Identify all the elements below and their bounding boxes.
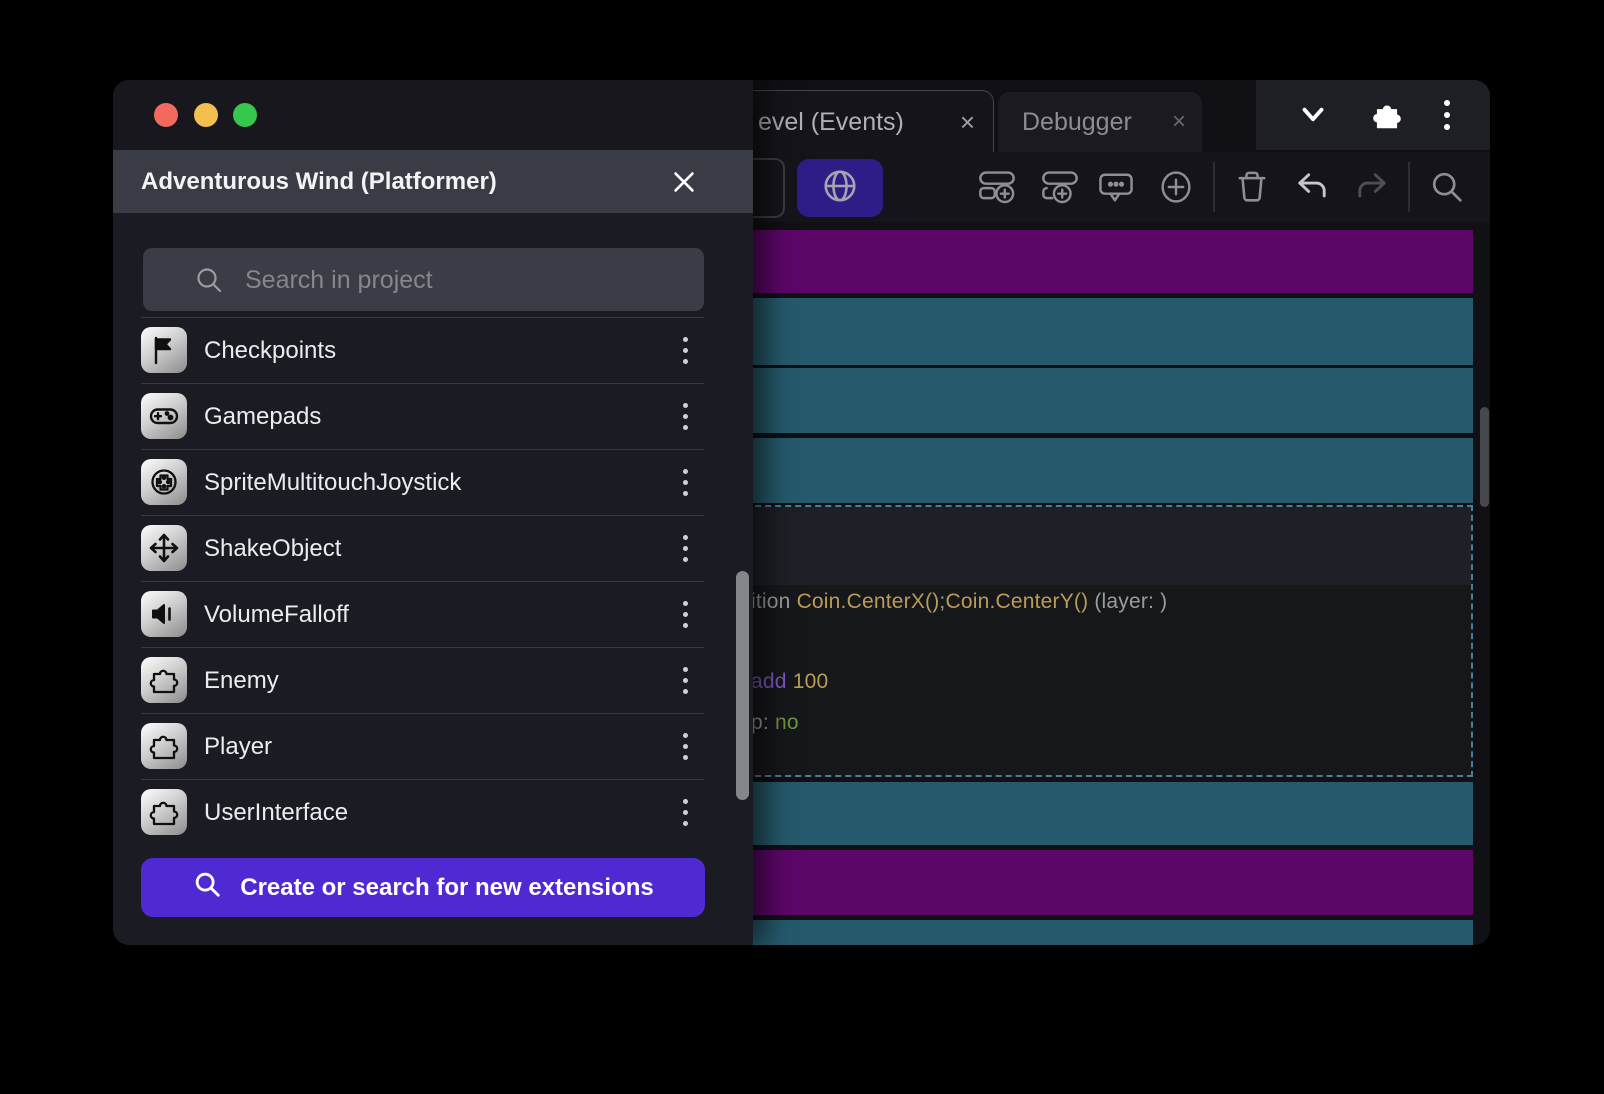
redo-button[interactable] <box>1351 166 1393 208</box>
kebab-menu-icon[interactable] <box>1444 100 1450 130</box>
extension-name: Gamepads <box>204 384 321 449</box>
list-item-userinterface[interactable]: UserInterface <box>141 779 704 845</box>
extension-name: Enemy <box>204 648 279 713</box>
event-row-selected[interactable] <box>735 505 1473 777</box>
flag-icon <box>141 327 187 373</box>
events-scrollbar[interactable] <box>1480 407 1489 507</box>
minimize-window-button[interactable] <box>194 103 218 127</box>
delete-button[interactable] <box>1231 166 1273 208</box>
list-item-shakeobject[interactable]: ShakeObject <box>141 515 704 581</box>
tab-debugger[interactable]: Debugger × <box>998 92 1202 152</box>
globe-button[interactable] <box>797 159 883 217</box>
kebab-menu-icon[interactable] <box>665 780 705 845</box>
event-row-teal[interactable] <box>735 368 1473 433</box>
add-comment-button[interactable] <box>1095 166 1137 208</box>
event-conditions-area[interactable] <box>737 507 1471 585</box>
search-input[interactable] <box>243 248 687 313</box>
event-row-teal[interactable] <box>735 438 1473 503</box>
undo-button[interactable] <box>1291 166 1333 208</box>
puzzle-icon <box>141 789 187 835</box>
kebab-menu-icon[interactable] <box>665 318 705 383</box>
tab-label: evel (Events) <box>758 108 904 137</box>
extensions-list: CheckpointsGamepadsSpriteMultitouchJoyst… <box>113 317 753 845</box>
event-row-purple[interactable] <box>735 850 1473 915</box>
panel-header: Adventurous Wind (Platformer) <box>113 150 753 213</box>
event-row-teal[interactable] <box>735 782 1473 845</box>
event-action-text: add 100 <box>751 670 828 694</box>
puzzle-icon <box>141 657 187 703</box>
gamepad-icon <box>141 393 187 439</box>
tab-label: Debugger <box>1022 108 1132 137</box>
close-tab-icon[interactable]: × <box>960 109 975 135</box>
cta-label: Create or search for new extensions <box>240 874 653 902</box>
event-row-purple[interactable] <box>735 230 1473 293</box>
project-manager-panel: Adventurous Wind (Platformer) Checkpoint… <box>113 80 753 945</box>
project-search <box>143 248 704 311</box>
list-item-volumefalloff[interactable]: VolumeFalloff <box>141 581 704 647</box>
event-row-teal[interactable] <box>735 298 1473 365</box>
toolbar-divider <box>1213 162 1215 212</box>
extension-name: Checkpoints <box>204 318 336 383</box>
project-title: Adventurous Wind (Platformer) <box>141 150 497 213</box>
kebab-menu-icon[interactable] <box>665 582 705 647</box>
extension-name: ShakeObject <box>204 516 341 581</box>
search-icon[interactable] <box>1426 166 1468 208</box>
search-icon <box>192 869 222 906</box>
list-item-gamepads[interactable]: Gamepads <box>141 383 704 449</box>
list-item-enemy[interactable]: Enemy <box>141 647 704 713</box>
move-arrows-icon <box>141 525 187 571</box>
close-window-button[interactable] <box>154 103 178 127</box>
joystick-icon <box>141 459 187 505</box>
event-action-text: p: no <box>751 711 799 735</box>
speaker-icon <box>141 591 187 637</box>
panel-scrollbar[interactable] <box>736 571 749 800</box>
zoom-window-button[interactable] <box>233 103 257 127</box>
list-item-player[interactable]: Player <box>141 713 704 779</box>
create-search-extensions-button[interactable]: Create or search for new extensions <box>141 858 705 917</box>
add-event-button[interactable] <box>976 166 1018 208</box>
chevron-down-icon[interactable] <box>1296 98 1330 132</box>
titlebar-actions <box>1256 80 1490 150</box>
close-icon[interactable] <box>667 165 701 199</box>
extension-name: SpriteMultitouchJoystick <box>204 450 461 515</box>
screenshot-stage: evel (Events) × Debugger × <box>0 0 1604 1094</box>
extensions-puzzle-icon[interactable] <box>1370 98 1404 132</box>
list-item-spritemultitouchjoystick[interactable]: SpriteMultitouchJoystick <box>141 449 704 515</box>
event-action-text: ition Coin.CenterX();Coin.CenterY() (lay… <box>751 590 1167 614</box>
extension-name: Player <box>204 714 272 779</box>
globe-icon <box>821 167 859 210</box>
extension-name: VolumeFalloff <box>204 582 349 647</box>
kebab-menu-icon[interactable] <box>665 648 705 713</box>
event-row-teal[interactable] <box>735 920 1473 945</box>
kebab-menu-icon[interactable] <box>665 714 705 779</box>
extension-name: UserInterface <box>204 780 348 845</box>
toolbar-divider <box>1408 162 1410 212</box>
kebab-menu-icon[interactable] <box>665 516 705 581</box>
list-item-checkpoints[interactable]: Checkpoints <box>141 317 704 383</box>
kebab-menu-icon[interactable] <box>665 384 705 449</box>
puzzle-icon <box>141 723 187 769</box>
kebab-menu-icon[interactable] <box>665 450 705 515</box>
add-circle-button[interactable] <box>1155 166 1197 208</box>
add-subevent-button[interactable] <box>1039 166 1081 208</box>
gdevelop-window: evel (Events) × Debugger × <box>113 80 1490 945</box>
close-tab-icon[interactable]: × <box>1172 110 1186 134</box>
window-controls-bar <box>113 80 753 150</box>
